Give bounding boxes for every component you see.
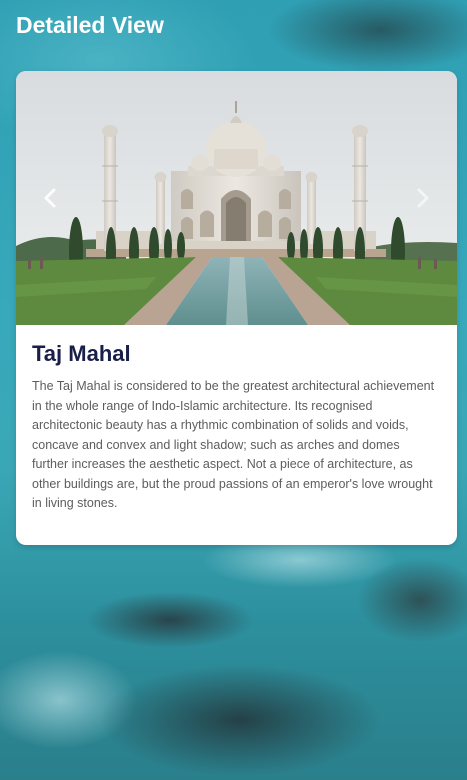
detail-description: The Taj Mahal is considered to be the gr… [32,379,435,510]
carousel-prev-button[interactable] [36,184,64,212]
detail-card: Taj Mahal The Taj Mahal is considered to… [16,71,457,545]
chevron-right-icon [417,188,429,208]
page-title: Detailed View [16,12,164,38]
image-carousel[interactable] [16,71,457,325]
carousel-next-button[interactable] [409,184,437,212]
detail-title: Taj Mahal [32,341,131,366]
chevron-left-icon [44,188,56,208]
taj-mahal-image [16,71,457,325]
